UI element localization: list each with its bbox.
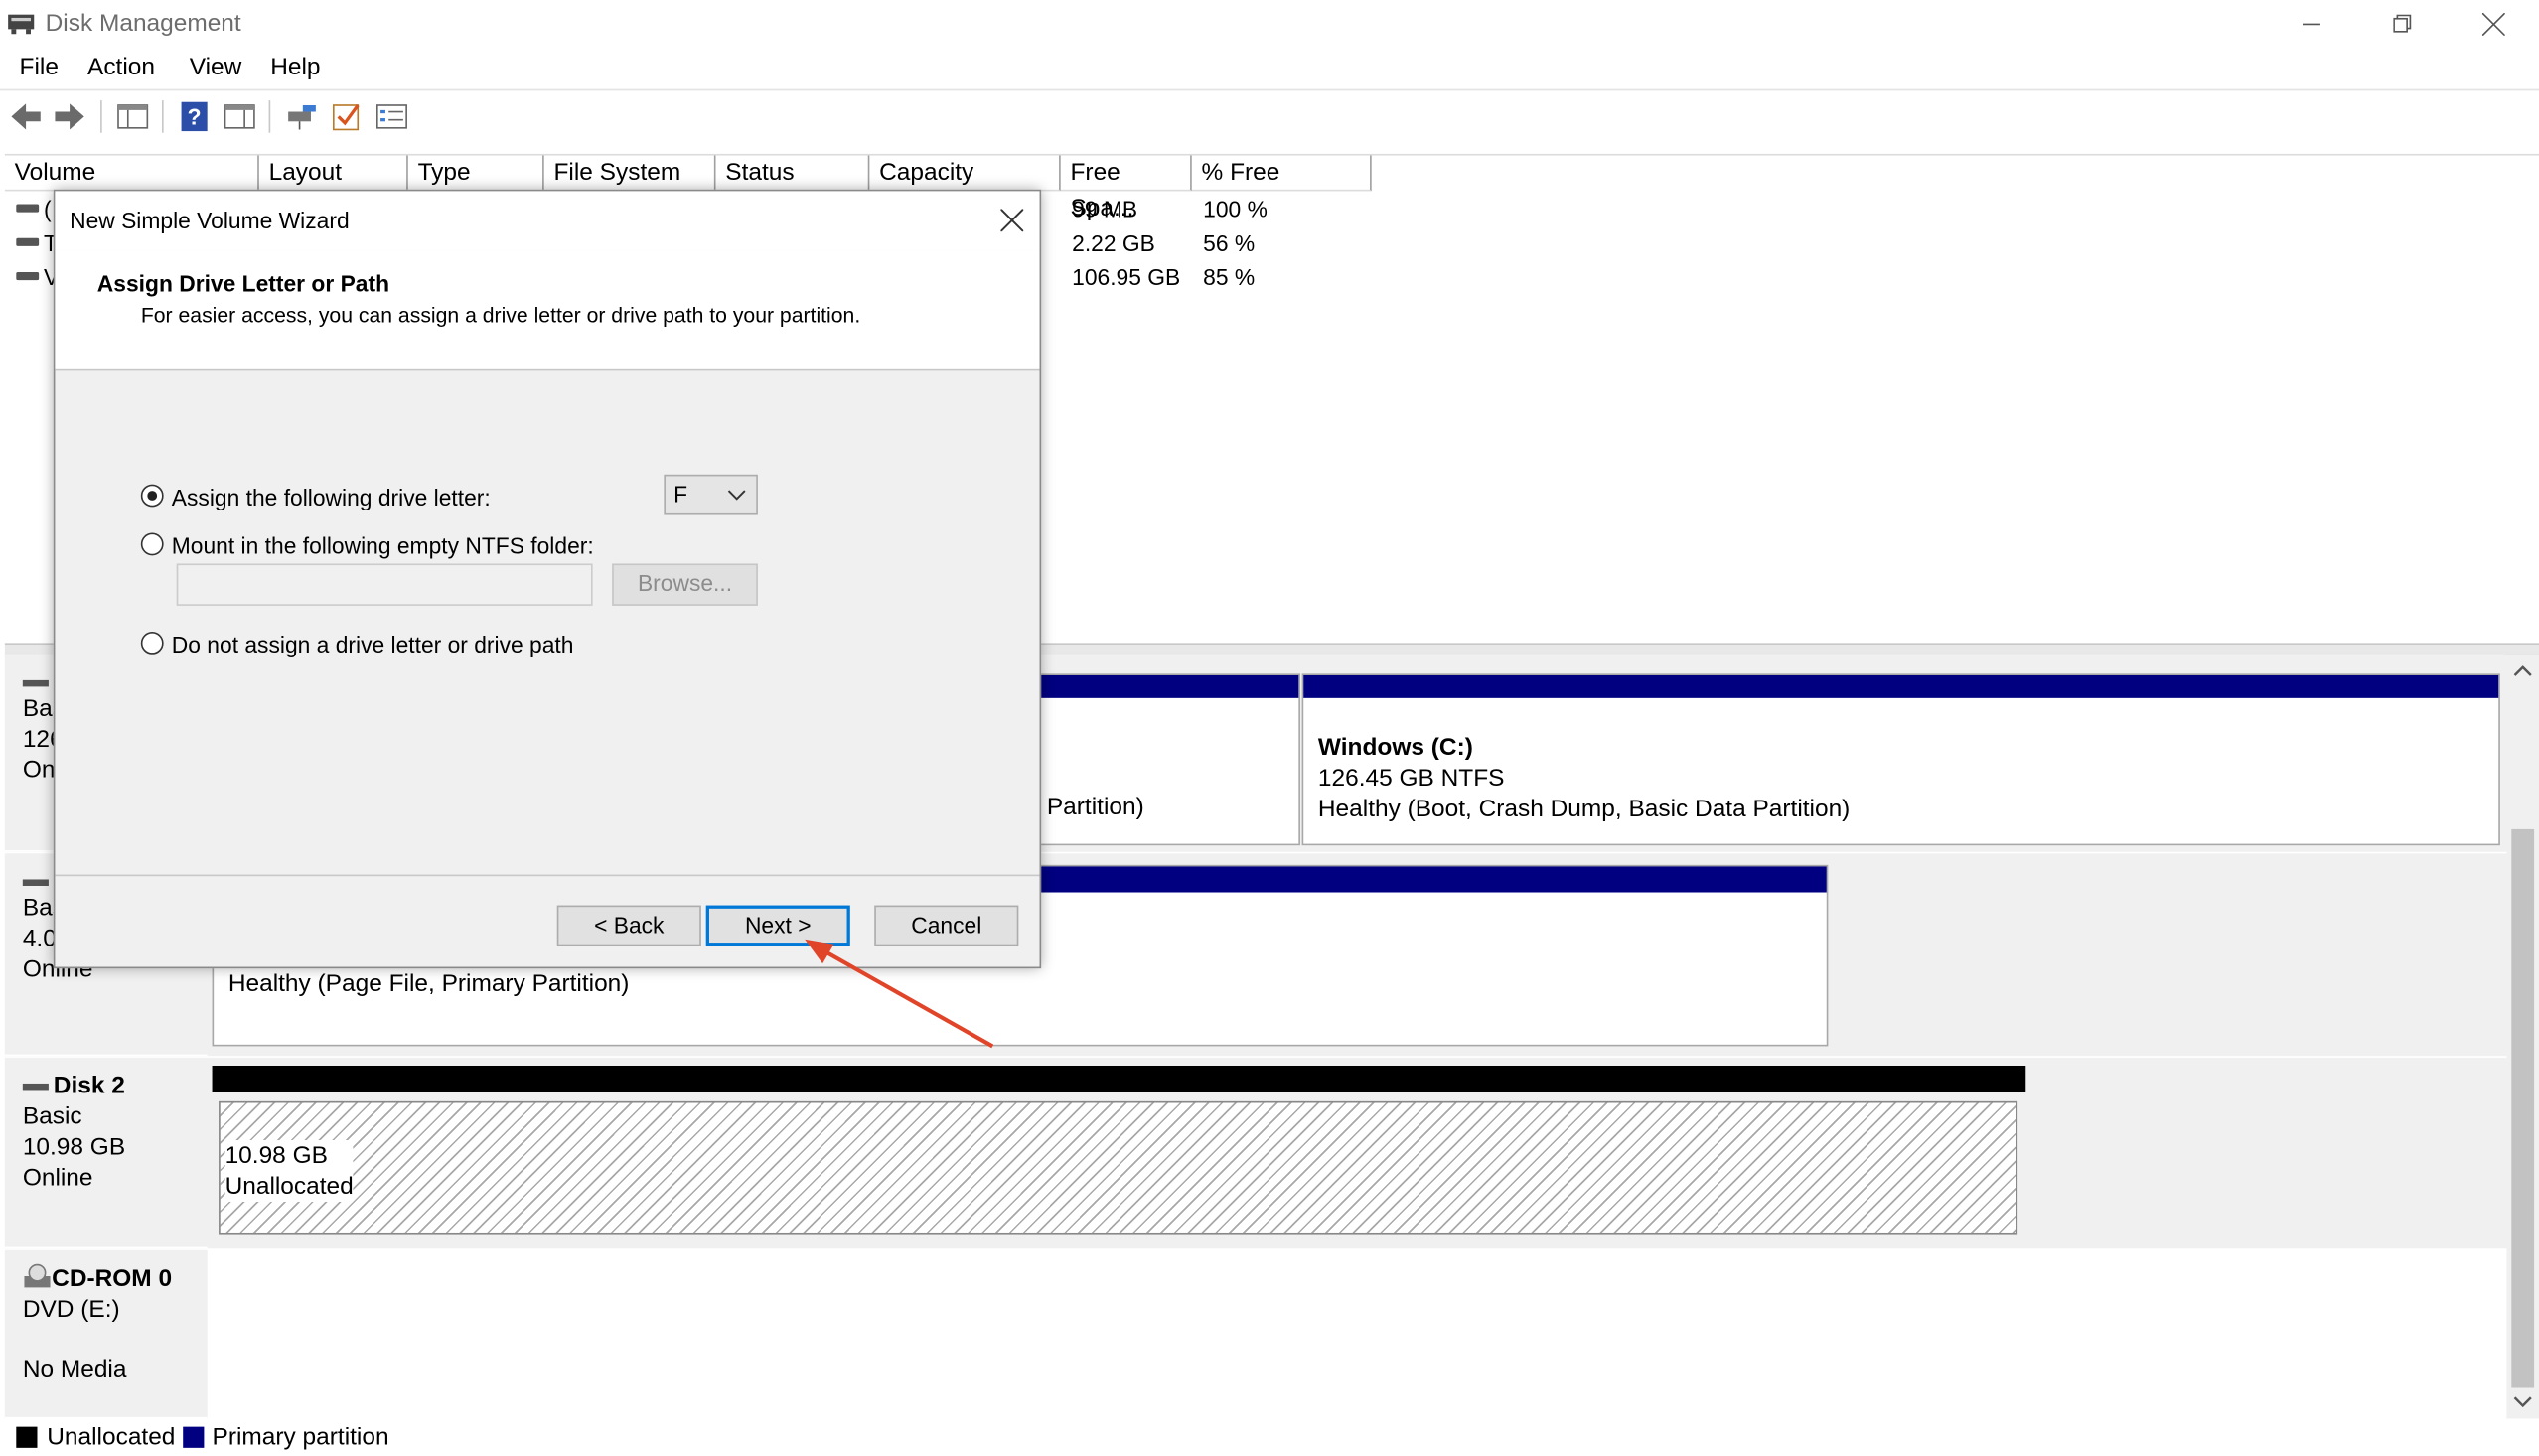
annotation-arrow-icon <box>805 939 994 1049</box>
